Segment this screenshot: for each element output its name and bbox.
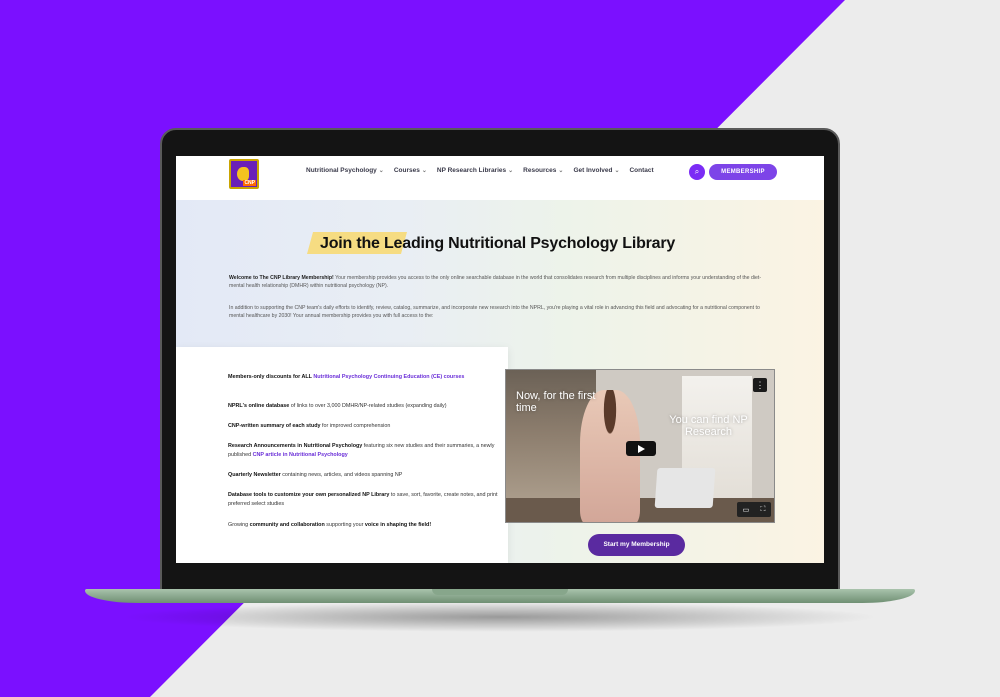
video-player[interactable]: Now, for the first time You can find NP …: [505, 369, 775, 523]
benefit-item: Research Announcements in Nutritional Ps…: [228, 443, 495, 458]
more-options-icon[interactable]: ⋮: [753, 378, 767, 392]
benefit-item: Quarterly Newsletter containing news, ar…: [228, 472, 403, 478]
chevron-down-icon: ⌄: [421, 168, 427, 174]
benefit-item: CNP-written summary of each study for im…: [228, 423, 391, 429]
cnp-logo[interactable]: CNP: [229, 159, 259, 189]
cnp-article-link[interactable]: CNP article in Nutritional Psychology: [253, 452, 348, 458]
page-title: Join the Leading Nutritional Psychology …: [320, 235, 676, 252]
laptop-notch: [432, 589, 568, 595]
start-membership-button[interactable]: Start my Membership: [588, 534, 685, 556]
logo-text: CNP: [243, 180, 256, 186]
intro-paragraph: Welcome to The CNP Library Membership! Y…: [229, 275, 762, 289]
nav-contact[interactable]: Contact: [629, 167, 653, 174]
video-controls: ▭ ⛶: [737, 502, 771, 517]
benefit-item: Members-only discounts for ALL Nutrition…: [228, 374, 465, 380]
intro-paragraph-2: In addition to supporting the CNP team's…: [229, 305, 760, 319]
nav-np-research-libraries[interactable]: NP Research Libraries ⌄: [437, 167, 513, 174]
nav-get-involved[interactable]: Get Involved ⌄: [573, 167, 619, 174]
benefits-card: Members-only discounts for ALL Nutrition…: [176, 347, 508, 563]
chevron-down-icon: ⌄: [508, 168, 514, 174]
video-laptop: [654, 468, 716, 508]
main-nav: Nutritional Psychology ⌄ Courses ⌄ NP Rese…: [306, 167, 654, 174]
video-table: [506, 498, 774, 522]
video-caption-left: Now, for the first time: [516, 390, 596, 414]
play-icon[interactable]: [626, 441, 656, 456]
benefit-item: NPRL's online database of links to over …: [228, 403, 447, 409]
site-header: CNP Nutritional Psychology ⌄ Courses ⌄ NP …: [176, 156, 824, 200]
membership-button[interactable]: MEMBERSHIP: [709, 164, 777, 180]
video-caption-right: You can find NP Research: [669, 414, 748, 438]
miniplayer-icon[interactable]: ▭: [743, 506, 750, 514]
fullscreen-icon[interactable]: ⛶: [760, 506, 765, 514]
laptop-screen: CNP Nutritional Psychology ⌄ Courses ⌄ NP …: [176, 156, 824, 563]
chevron-down-icon: ⌄: [614, 168, 620, 174]
ce-courses-link[interactable]: Nutritional Psychology Continuing Educat…: [313, 374, 464, 380]
bird-icon: [237, 167, 249, 181]
laptop-shadow: [120, 602, 880, 632]
chevron-down-icon: ⌄: [378, 168, 384, 174]
hero-section: Join the Leading Nutritional Psychology …: [176, 200, 824, 563]
benefit-item: Growing community and collaboration supp…: [228, 522, 432, 528]
chevron-down-icon: ⌄: [558, 168, 564, 174]
search-icon[interactable]: ⌕: [689, 164, 705, 180]
nav-courses[interactable]: Courses ⌄: [394, 167, 427, 174]
nav-nutritional-psychology[interactable]: Nutritional Psychology ⌄: [306, 167, 384, 174]
nav-resources[interactable]: Resources ⌄: [523, 167, 563, 174]
benefit-item: Database tools to customize your own per…: [228, 492, 498, 507]
